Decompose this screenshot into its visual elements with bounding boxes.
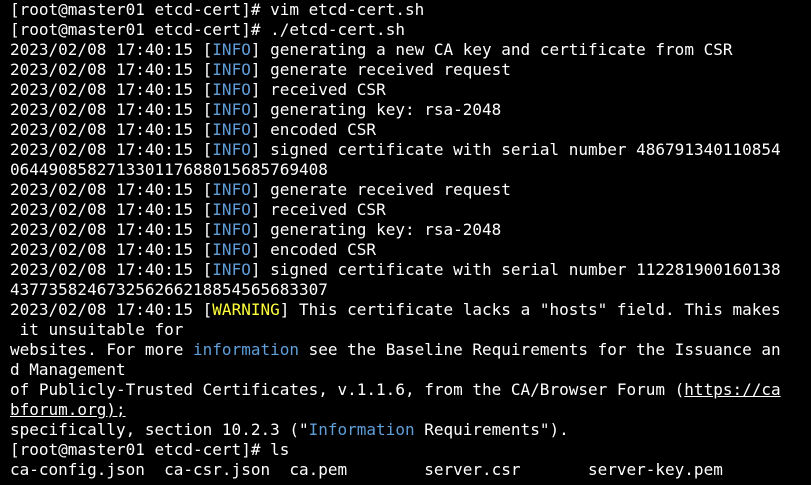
info-log-line: 2023/02/08 17:40:15 [INFO] signed certif… <box>10 140 811 160</box>
log-message: received CSR <box>260 200 386 219</box>
bracket-open: [ <box>202 60 213 79</box>
highlighted-word: Information <box>308 420 415 439</box>
bracket-open: [ <box>202 260 213 279</box>
output-line: d Management <box>10 360 811 380</box>
warning-log-line: 2023/02/08 17:40:15 [WARNING] This certi… <box>10 300 811 320</box>
log-timestamp: 2023/02/08 17:40:15 <box>10 180 203 199</box>
log-level: INFO <box>212 100 251 119</box>
prompt-line: [root@master01 etcd-cert]# ls <box>10 440 811 460</box>
log-level: INFO <box>212 140 251 159</box>
info-log-line: 2023/02/08 17:40:15 [INFO] received CSR <box>10 80 811 100</box>
command-text: ./etcd-cert.sh <box>270 20 405 39</box>
bracket-open: [ <box>202 140 213 159</box>
log-level: INFO <box>212 220 251 239</box>
output-line: specifically, section 10.2.3 ("Informati… <box>10 420 811 440</box>
highlighted-word: information <box>193 340 299 359</box>
shell-prompt: [root@master01 etcd-cert]# <box>10 0 271 19</box>
info-log-line: 2023/02/08 17:40:15 [INFO] received CSR <box>10 200 811 220</box>
info-log-line: 2023/02/08 17:40:15 [INFO] generating ke… <box>10 220 811 240</box>
log-timestamp: 2023/02/08 17:40:15 <box>10 200 203 219</box>
url-link[interactable]: bforum.org); <box>10 400 126 419</box>
output-line: 437735824673256266218854565683307 <box>10 280 811 300</box>
log-timestamp: 2023/02/08 17:40:15 <box>10 260 203 279</box>
log-message: generating key: rsa-2048 <box>260 220 502 239</box>
bracket-close: ] <box>279 300 290 319</box>
log-level: INFO <box>212 40 251 59</box>
log-message: received CSR <box>260 80 386 99</box>
output-text: see the Baseline Requirements for the Is… <box>299 340 781 359</box>
info-log-line: 2023/02/08 17:40:15 [INFO] generating a … <box>10 40 811 60</box>
log-message: encoded CSR <box>260 240 377 259</box>
log-timestamp: 2023/02/08 17:40:15 <box>10 80 203 99</box>
log-message: This certificate lacks a "hosts" field. … <box>289 300 781 319</box>
terminal-window[interactable]: [root@master01 etcd-cert]# vim etcd-cert… <box>0 0 811 485</box>
log-timestamp: 2023/02/08 17:40:15 <box>10 60 203 79</box>
bracket-open: [ <box>202 200 213 219</box>
bracket-open: [ <box>202 80 213 99</box>
output-line: ca-config.json ca-csr.json ca.pem server… <box>10 460 811 480</box>
output-text: specifically, section 10.2.3 (" <box>10 420 309 439</box>
info-log-line: 2023/02/08 17:40:15 [INFO] encoded CSR <box>10 240 811 260</box>
output-line: of Publicly-Trusted Certificates, v.1.1.… <box>10 380 811 400</box>
log-timestamp: 2023/02/08 17:40:15 <box>10 240 203 259</box>
log-level: INFO <box>212 260 251 279</box>
terminal-output: [root@master01 etcd-cert]# vim etcd-cert… <box>10 0 811 480</box>
output-text: ca-config.json ca-csr.json ca.pem server… <box>10 460 723 479</box>
output-text: 437735824673256266218854565683307 <box>10 280 328 299</box>
log-message: signed certificate with serial number 11… <box>260 260 781 279</box>
bracket-open: [ <box>202 120 213 139</box>
prompt-line: [root@master01 etcd-cert]# vim etcd-cert… <box>10 0 811 20</box>
command-text: ls <box>270 440 290 459</box>
log-timestamp: 2023/02/08 17:40:15 <box>10 40 203 59</box>
log-message: encoded CSR <box>260 120 377 139</box>
log-message: generating a new CA key and certificate … <box>260 40 733 59</box>
bracket-open: [ <box>202 40 213 59</box>
log-level: INFO <box>212 240 251 259</box>
log-level: INFO <box>212 120 251 139</box>
log-timestamp: 2023/02/08 17:40:15 <box>10 120 203 139</box>
output-text: Requirements"). <box>414 420 569 439</box>
log-message: generating key: rsa-2048 <box>260 100 502 119</box>
bracket-open: [ <box>202 180 213 199</box>
output-line: bforum.org); <box>10 400 811 420</box>
log-message: generate received request <box>260 60 511 79</box>
log-timestamp: 2023/02/08 17:40:15 <box>10 300 203 319</box>
info-log-line: 2023/02/08 17:40:15 [INFO] generate rece… <box>10 60 811 80</box>
log-level: INFO <box>212 180 251 199</box>
output-text: it unsuitable for <box>10 320 184 339</box>
command-text: vim etcd-cert.sh <box>270 0 425 19</box>
output-text: d Management <box>10 360 126 379</box>
log-timestamp: 2023/02/08 17:40:15 <box>10 140 203 159</box>
output-text: of Publicly-Trusted Certificates, v.1.1.… <box>10 380 685 399</box>
log-level: INFO <box>212 60 251 79</box>
bracket-open: [ <box>202 100 213 119</box>
log-timestamp: 2023/02/08 17:40:15 <box>10 100 203 119</box>
log-level: WARNING <box>212 300 280 319</box>
info-log-line: 2023/02/08 17:40:15 [INFO] encoded CSR <box>10 120 811 140</box>
log-message: signed certificate with serial number 48… <box>260 140 781 159</box>
log-timestamp: 2023/02/08 17:40:15 <box>10 220 203 239</box>
log-message: generate received request <box>260 180 511 199</box>
output-text: 064490858271330117688015685769408 <box>10 160 328 179</box>
shell-prompt: [root@master01 etcd-cert]# <box>10 440 271 459</box>
log-level: INFO <box>212 200 251 219</box>
info-log-line: 2023/02/08 17:40:15 [INFO] generate rece… <box>10 180 811 200</box>
output-line: websites. For more information see the B… <box>10 340 811 360</box>
url-link[interactable]: https://ca <box>684 380 780 399</box>
output-line: it unsuitable for <box>10 320 811 340</box>
bracket-open: [ <box>202 220 213 239</box>
prompt-line: [root@master01 etcd-cert]# ./etcd-cert.s… <box>10 20 811 40</box>
bracket-open: [ <box>202 240 213 259</box>
log-level: INFO <box>212 80 251 99</box>
shell-prompt: [root@master01 etcd-cert]# <box>10 20 271 39</box>
info-log-line: 2023/02/08 17:40:15 [INFO] signed certif… <box>10 260 811 280</box>
info-log-line: 2023/02/08 17:40:15 [INFO] generating ke… <box>10 100 811 120</box>
output-line: 064490858271330117688015685769408 <box>10 160 811 180</box>
output-text: websites. For more <box>10 340 194 359</box>
bracket-open: [ <box>202 300 213 319</box>
